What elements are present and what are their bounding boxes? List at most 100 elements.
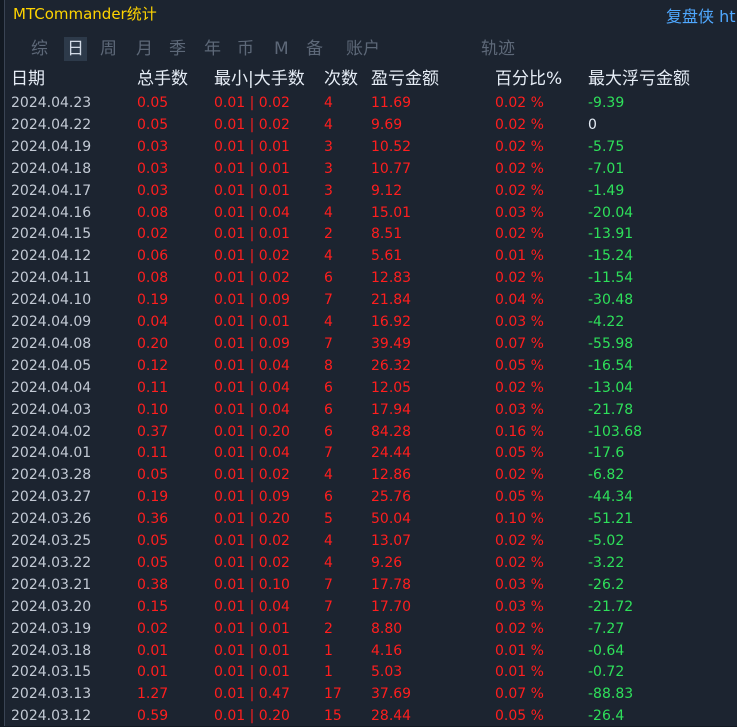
cell-count: 1 <box>324 664 333 681</box>
tab-daily[interactable]: 日 <box>64 37 87 61</box>
table-row[interactable]: 2024.03.21 0.38 0.01 | 0.10 7 17.78 0.03 % -26… <box>5 574 737 596</box>
table-row[interactable]: 2024.04.09 0.04 0.01 | 0.01 4 16.92 0.03 % -4.… <box>5 311 737 333</box>
cell-min-max-lots: 0.01 | 0.09 <box>214 335 290 352</box>
cell-max-float-loss: -1.49 <box>588 182 625 199</box>
cell-total-lots: 0.11 <box>137 379 169 396</box>
cell-count: 2 <box>324 226 333 243</box>
cell-max-float-loss: -21.78 <box>588 401 634 418</box>
cell-date: 2024.04.02 <box>11 423 92 440</box>
brand-label[interactable]: 复盘侠 ht <box>666 3 736 27</box>
cell-pnl: 39.49 <box>371 335 412 352</box>
cell-date: 2024.03.18 <box>11 642 92 659</box>
column-header-date[interactable]: 日期 <box>11 67 45 91</box>
table-row[interactable]: 2024.04.04 0.11 0.01 | 0.04 6 12.05 0.02 % -13… <box>5 377 737 399</box>
cell-count: 4 <box>324 95 333 111</box>
cell-min-max-lots: 0.01 | 0.02 <box>214 95 290 111</box>
table-row[interactable]: 2024.04.22 0.05 0.01 | 0.02 4 9.69 0.02 % 0 <box>5 114 737 136</box>
cell-date: 2024.04.08 <box>11 335 92 352</box>
table-row[interactable]: 2024.03.20 0.15 0.01 | 0.04 7 17.70 0.03 % -21… <box>5 596 737 618</box>
table-row[interactable]: 2024.04.16 0.08 0.01 | 0.04 4 15.01 0.03 % -20… <box>5 202 737 224</box>
cell-pnl: 21.84 <box>371 292 412 309</box>
tab-quarterly[interactable]: 季 <box>169 37 186 61</box>
cell-pnl: 26.32 <box>371 357 412 374</box>
column-header-count[interactable]: 次数 <box>324 67 358 91</box>
cell-total-lots: 0.03 <box>137 182 169 199</box>
tab-weekly[interactable]: 周 <box>100 37 117 61</box>
cell-total-lots: 0.02 <box>137 226 169 243</box>
cell-count: 7 <box>324 445 333 462</box>
table-row[interactable]: 2024.03.27 0.19 0.01 | 0.09 6 25.76 0.05 % -44… <box>5 486 737 508</box>
cell-min-max-lots: 0.01 | 0.20 <box>214 708 290 725</box>
cell-min-max-lots: 0.01 | 0.02 <box>214 248 290 265</box>
tab-overview[interactable]: 综 <box>31 37 48 61</box>
cell-total-lots: 0.19 <box>137 292 169 309</box>
cell-percent: 0.02 % <box>495 160 544 177</box>
table-row[interactable]: 2024.04.15 0.02 0.01 | 0.01 2 8.51 0.02 % -13.… <box>5 223 737 245</box>
cell-percent: 0.05 % <box>495 445 544 462</box>
tab-yearly[interactable]: 年 <box>204 37 221 61</box>
cell-min-max-lots: 0.01 | 0.01 <box>214 160 290 177</box>
table-row[interactable]: 2024.03.22 0.05 0.01 | 0.02 4 9.26 0.02 % -3.2… <box>5 552 737 574</box>
table-row[interactable]: 2024.03.12 0.59 0.01 | 0.20 15 28.44 0.05 % -2… <box>5 705 737 727</box>
cell-count: 4 <box>324 116 333 133</box>
cell-percent: 0.04 % <box>495 292 544 309</box>
cell-percent: 0.01 % <box>495 664 544 681</box>
cell-max-float-loss: -3.22 <box>588 554 625 571</box>
table-row[interactable]: 2024.04.02 0.37 0.01 | 0.20 6 84.28 0.16 % -10… <box>5 421 737 443</box>
column-header-pnl[interactable]: 盈亏金额 <box>371 67 439 91</box>
tab-m[interactable]: M <box>274 37 289 61</box>
cell-pnl: 12.83 <box>371 270 412 287</box>
cell-total-lots: 0.04 <box>137 314 169 330</box>
table-row[interactable]: 2024.03.18 0.01 0.01 | 0.01 1 4.16 0.01 % -0.6… <box>5 640 737 662</box>
cell-total-lots: 0.05 <box>137 467 169 484</box>
table-row[interactable]: 2024.04.17 0.03 0.01 | 0.01 3 9.12 0.02 % -1.4… <box>5 180 737 202</box>
tab-monthly[interactable]: 月 <box>136 37 153 61</box>
cell-date: 2024.04.19 <box>11 138 92 155</box>
cell-pnl: 11.69 <box>371 95 412 111</box>
cell-percent: 0.02 % <box>495 226 544 243</box>
cell-total-lots: 0.36 <box>137 511 169 528</box>
tab-notes[interactable]: 备 <box>306 37 323 61</box>
table-row[interactable]: 2024.03.15 0.01 0.01 | 0.01 1 5.03 0.01 % -0.7… <box>5 661 737 683</box>
table-row[interactable]: 2024.04.08 0.20 0.01 | 0.09 7 39.49 0.07 % -55… <box>5 333 737 355</box>
table-row[interactable]: 2024.03.28 0.05 0.01 | 0.02 4 12.86 0.02 % -6.… <box>5 464 737 486</box>
cell-min-max-lots: 0.01 | 0.01 <box>214 642 290 659</box>
table-row[interactable]: 2024.03.13 1.27 0.01 | 0.47 17 37.69 0.07 % -8… <box>5 683 737 705</box>
cell-min-max-lots: 0.01 | 0.02 <box>214 116 290 133</box>
table-row[interactable]: 2024.04.12 0.06 0.01 | 0.02 4 5.61 0.01 % -15.… <box>5 245 737 267</box>
column-header-max-float-loss[interactable]: 最大浮亏金额 <box>588 67 690 91</box>
table-row[interactable]: 2024.04.18 0.03 0.01 | 0.01 3 10.77 0.02 % -7.… <box>5 158 737 180</box>
cell-min-max-lots: 0.01 | 0.01 <box>214 226 290 243</box>
table-row[interactable]: 2024.03.19 0.02 0.01 | 0.01 2 8.80 0.02 % -7.2… <box>5 618 737 640</box>
tab-account[interactable]: 账户 <box>346 37 380 61</box>
table-row[interactable]: 2024.04.19 0.03 0.01 | 0.01 3 10.52 0.02 % -5.… <box>5 136 737 158</box>
column-header-percent[interactable]: 百分比% <box>495 67 562 91</box>
cell-date: 2024.03.20 <box>11 598 92 615</box>
table-row[interactable]: 2024.04.23 0.05 0.01 | 0.02 4 11.69 0.02 % -9.… <box>5 92 737 114</box>
cell-pnl: 5.61 <box>371 248 403 265</box>
tab-track[interactable]: 轨迹 <box>481 37 515 61</box>
cell-pnl: 10.52 <box>371 138 412 155</box>
cell-min-max-lots: 0.01 | 0.04 <box>214 401 290 418</box>
cell-total-lots: 0.37 <box>137 423 169 440</box>
cell-percent: 0.02 % <box>495 620 544 637</box>
cell-date: 2024.03.28 <box>11 467 92 484</box>
cell-percent: 0.07 % <box>495 335 544 352</box>
table-row[interactable]: 2024.04.01 0.11 0.01 | 0.04 7 24.44 0.05 % -17… <box>5 442 737 464</box>
cell-max-float-loss: -26.4 <box>588 708 625 725</box>
tab-currency[interactable]: 币 <box>237 37 254 61</box>
table-row[interactable]: 2024.03.25 0.05 0.01 | 0.02 4 13.07 0.02 % -5.… <box>5 530 737 552</box>
cell-pnl: 4.16 <box>371 642 403 659</box>
cell-count: 4 <box>324 554 333 571</box>
cell-count: 4 <box>324 533 333 549</box>
table-row[interactable]: 2024.04.05 0.12 0.01 | 0.04 8 26.32 0.05 % -16… <box>5 355 737 377</box>
table-row[interactable]: 2024.04.11 0.08 0.01 | 0.02 6 12.83 0.02 % -11… <box>5 267 737 289</box>
column-header-min-max-lots[interactable]: 最小|大手数 <box>214 67 305 91</box>
cell-total-lots: 0.15 <box>137 598 169 615</box>
cell-max-float-loss: -7.27 <box>588 620 625 637</box>
table-row[interactable]: 2024.03.26 0.36 0.01 | 0.20 5 50.04 0.10 % -51… <box>5 508 737 530</box>
table-row[interactable]: 2024.04.10 0.19 0.01 | 0.09 7 21.84 0.04 % -30… <box>5 289 737 311</box>
table-row[interactable]: 2024.04.03 0.10 0.01 | 0.04 6 17.94 0.03 % -21… <box>5 399 737 421</box>
cell-min-max-lots: 0.01 | 0.02 <box>214 533 290 549</box>
column-header-total-lots[interactable]: 总手数 <box>137 67 188 91</box>
